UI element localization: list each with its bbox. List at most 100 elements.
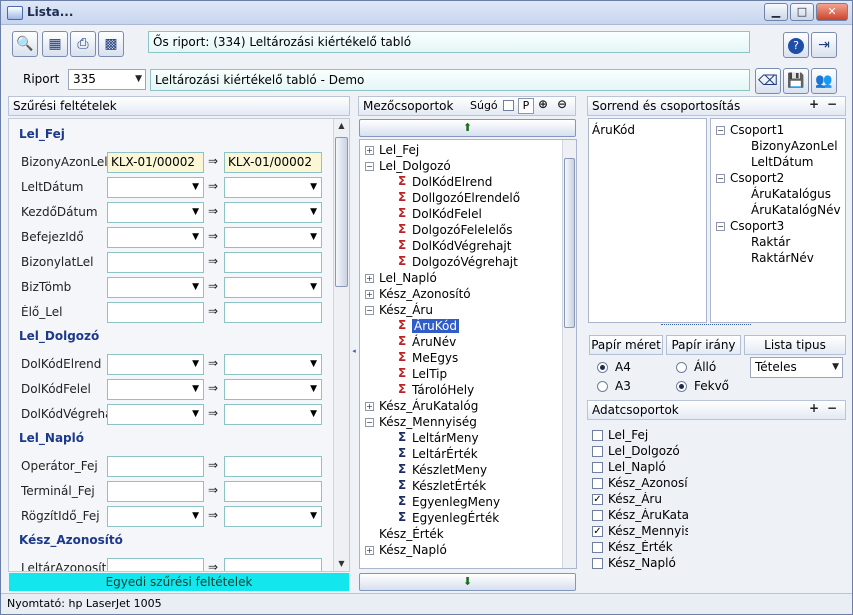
filter-to-input[interactable]: [224, 558, 322, 571]
group-item[interactable]: RaktárNév: [751, 250, 814, 266]
help-button[interactable]: ?: [783, 32, 809, 58]
collapse-icon[interactable]: −: [365, 162, 374, 171]
size-a3-radio[interactable]: [597, 381, 608, 392]
filter-from-input[interactable]: ▼: [107, 506, 204, 527]
group-name[interactable]: Csoport3: [730, 218, 784, 234]
tree-field[interactable]: TárolóHely: [412, 383, 474, 397]
tree-group[interactable]: Lel_Dolgozó: [379, 158, 451, 174]
tree-group[interactable]: Kész_Azonosító: [379, 286, 471, 302]
preview-button[interactable]: 🔍: [12, 31, 38, 57]
tree-field[interactable]: DolKódFelel: [412, 207, 482, 221]
p-button[interactable]: P: [518, 98, 534, 114]
tree-group[interactable]: Kész_Érték: [379, 526, 444, 542]
tree-scrollbar[interactable]: [562, 140, 576, 568]
clear-button[interactable]: ⌫: [755, 68, 781, 94]
fieldgroups-tree[interactable]: + Lel_Fej − Lel_Dolgozó Σ DolKódElrend Σ Dollgo…: [359, 139, 577, 569]
move-down-button[interactable]: ⬇: [359, 573, 576, 591]
tree-group[interactable]: Lel_Napló: [379, 270, 437, 286]
expand-icon[interactable]: +: [365, 146, 374, 155]
tree-field[interactable]: LeltárMeny: [412, 431, 479, 445]
sort-list[interactable]: ÁruKód: [588, 118, 707, 323]
filter-to-input[interactable]: [224, 302, 322, 323]
print-button[interactable]: ⎙: [70, 31, 96, 57]
size-a4-radio[interactable]: [597, 362, 608, 373]
export-button[interactable]: ▩: [98, 31, 124, 57]
filter-to-input[interactable]: KLX-01/00002: [224, 152, 322, 173]
filter-from-input[interactable]: ▼: [107, 177, 204, 198]
remove-icon[interactable]: ⊖: [557, 97, 567, 111]
title-bar[interactable]: Lista... ▁ □ ✕: [1, 1, 852, 25]
tree-field[interactable]: KészletMeny: [412, 463, 487, 477]
group-name[interactable]: Csoport2: [730, 170, 784, 186]
horizontal-splitter[interactable]: [661, 324, 751, 330]
list-type-select[interactable]: Tételes ▼: [750, 357, 843, 378]
tree-field[interactable]: EgyenlegÉrték: [412, 511, 499, 525]
group-item[interactable]: BizonyAzonLel: [751, 138, 838, 154]
expand-icon[interactable]: +: [365, 402, 374, 411]
collapse-icon[interactable]: −: [716, 174, 725, 183]
help-checkbox[interactable]: [503, 100, 514, 111]
left-splitter[interactable]: ◂: [350, 151, 358, 551]
exit-button[interactable]: ⇥: [811, 32, 837, 58]
tree-field[interactable]: ÁruKód: [412, 319, 459, 333]
tree-group[interactable]: Kész_ÁruKatalóg: [379, 398, 478, 414]
expand-icon[interactable]: +: [365, 546, 374, 555]
remove-icon[interactable]: −: [827, 97, 837, 111]
close-button[interactable]: ✕: [816, 3, 848, 21]
orient-portrait-radio[interactable]: [676, 362, 687, 373]
tree-field[interactable]: EgyenlegMeny: [412, 495, 500, 509]
filter-from-input[interactable]: [107, 456, 204, 477]
filter-from-input[interactable]: ▼: [107, 227, 204, 248]
scroll-thumb[interactable]: [335, 137, 348, 287]
tree-group[interactable]: Kész_Napló: [379, 542, 447, 558]
tree-field[interactable]: KészletÉrték: [412, 479, 486, 493]
filter-to-input[interactable]: ▼: [224, 506, 322, 527]
filter-to-input[interactable]: ▼: [224, 404, 322, 425]
users-button[interactable]: 👥: [811, 68, 837, 94]
datagroup-checkbox[interactable]: [592, 430, 603, 441]
filter-from-input[interactable]: [107, 302, 204, 323]
tree-field[interactable]: DolKódVégrehajt: [412, 239, 511, 253]
filters-scrollbar[interactable]: ▲ ▼: [333, 119, 349, 571]
tree-group[interactable]: Kész_Áru: [379, 302, 433, 318]
minimize-button[interactable]: ▁: [764, 3, 788, 21]
orient-landscape-radio[interactable]: [676, 381, 687, 392]
collapse-icon[interactable]: −: [716, 222, 725, 231]
filter-from-input[interactable]: ▼: [107, 404, 204, 425]
expand-icon[interactable]: +: [365, 290, 374, 299]
move-up-button[interactable]: ⬆: [359, 119, 576, 137]
right-splitter[interactable]: [578, 151, 584, 551]
datagroup-checkbox[interactable]: [592, 558, 603, 569]
datagroup-checkbox[interactable]: [592, 542, 603, 553]
save-button[interactable]: 💾: [783, 68, 809, 94]
expand-icon[interactable]: +: [365, 274, 374, 283]
datagroup-checkbox[interactable]: ✓: [592, 494, 603, 505]
scroll-up-icon[interactable]: ▲: [334, 119, 349, 133]
filter-to-input[interactable]: ▼: [224, 379, 322, 400]
remove-icon[interactable]: −: [827, 401, 837, 415]
tree-field[interactable]: LeltárÉrték: [412, 447, 478, 461]
filter-from-input[interactable]: KLX-01/00002: [107, 152, 204, 173]
collapse-icon[interactable]: −: [365, 418, 374, 427]
datagroup-checkbox[interactable]: [592, 510, 603, 521]
filter-from-input[interactable]: [107, 252, 204, 273]
tree-field[interactable]: DolgozóVégrehajt: [412, 255, 518, 269]
filter-from-input[interactable]: ▼: [107, 379, 204, 400]
tree-field[interactable]: MeEgys: [412, 351, 458, 365]
group-item[interactable]: ÁruKatalógNév: [751, 202, 841, 218]
filter-to-input[interactable]: [224, 252, 322, 273]
filter-to-input[interactable]: ▼: [224, 354, 322, 375]
tree-field[interactable]: ÁruNév: [412, 335, 456, 349]
filter-to-input[interactable]: [224, 456, 322, 477]
tree-field[interactable]: DolKódElrend: [412, 175, 492, 189]
filter-to-input[interactable]: ▼: [224, 177, 322, 198]
collapse-icon[interactable]: −: [365, 306, 374, 315]
settings-button[interactable]: ▦: [42, 31, 68, 57]
datagroup-checkbox[interactable]: [592, 478, 603, 489]
tree-field[interactable]: DolgozóFelelelős: [412, 223, 513, 237]
maximize-button[interactable]: □: [790, 3, 814, 21]
group-item[interactable]: LeltDátum: [751, 154, 814, 170]
tree-group[interactable]: Lel_Fej: [379, 142, 419, 158]
datagroup-checkbox[interactable]: [592, 462, 603, 473]
group-item[interactable]: Raktár: [751, 234, 790, 250]
